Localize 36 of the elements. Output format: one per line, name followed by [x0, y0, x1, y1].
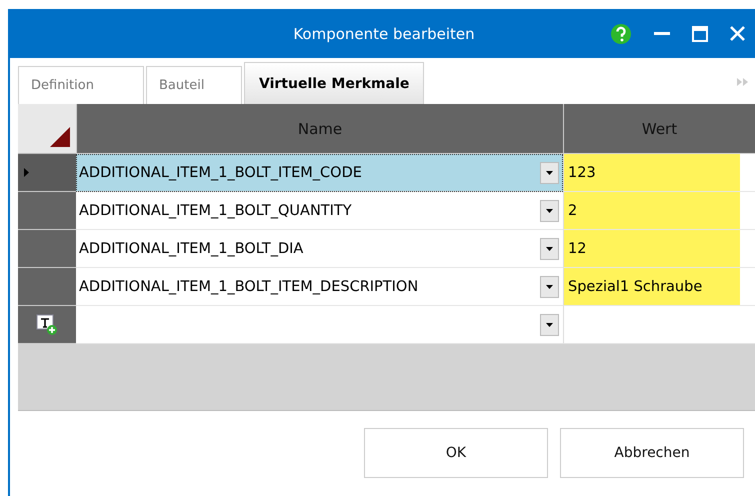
dialog-button[interactable]: Abbrechen [560, 428, 744, 478]
tab[interactable]: Virtuelle Merkmale [244, 62, 424, 104]
table-cell: ADDITIONAL_ITEM_1_BOLT_QUANTITY [79, 202, 352, 218]
row-selector[interactable] [18, 154, 76, 192]
dialog-button[interactable]: OK [364, 428, 548, 478]
dropdown-button[interactable] [540, 200, 559, 222]
dropdown-button[interactable] [540, 162, 559, 184]
dropdown-button[interactable] [540, 276, 559, 298]
column-header[interactable]: Name [76, 104, 563, 153]
caret-icon [546, 208, 553, 212]
caret-icon [546, 284, 553, 288]
row-selector[interactable] [18, 268, 76, 306]
window-title: Komponente bearbeiten [292, 24, 476, 42]
caret-icon [546, 170, 553, 174]
table-cell: ADDITIONAL_ITEM_1_BOLT_ITEM_DESCRIPTION [79, 278, 418, 294]
tab[interactable]: Definition [18, 66, 144, 104]
add-text-row-icon[interactable] [36, 314, 58, 336]
row-selector[interactable] [18, 192, 76, 230]
table-cell: 2 [568, 202, 578, 218]
table-cell: 123 [568, 164, 596, 180]
dropdown-button[interactable] [540, 314, 559, 336]
table-cell: ADDITIONAL_ITEM_1_BOLT_ITEM_CODE [79, 164, 362, 180]
table-cell: ADDITIONAL_ITEM_1_BOLT_DIA [79, 240, 304, 256]
dropdown-button[interactable] [540, 238, 559, 260]
tab[interactable]: Bauteil [146, 66, 242, 104]
corner-triangle-icon [50, 127, 70, 147]
help-icon[interactable] [610, 22, 632, 44]
maximize-icon[interactable] [692, 26, 708, 42]
caret-icon [546, 322, 553, 326]
table-cell: 12 [568, 240, 586, 256]
close-icon[interactable] [730, 26, 745, 41]
caret-icon [546, 246, 553, 250]
row-pointer-icon [24, 168, 29, 177]
column-header[interactable]: Wert [563, 104, 755, 153]
row-selector[interactable] [18, 230, 76, 268]
table-cell: Spezial1 Schraube [568, 278, 702, 294]
